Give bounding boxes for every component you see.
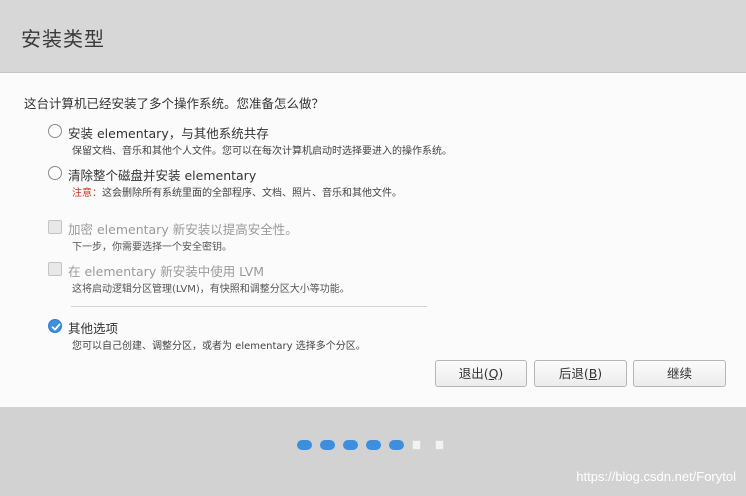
warning-prefix: 注意： [72,188,102,199]
checkbox-encrypt [48,220,62,234]
warning-text: 这会删除所有系统里面的全部程序、文档、照片、音乐和其他文件。 [102,188,402,199]
radio-something-else[interactable] [48,319,62,333]
option-description: 这将启动逻辑分区管理(LVM)，有快照和调整分区大小等功能。 [72,284,350,295]
quit-button[interactable]: 退出(Q) [435,360,527,387]
option-description: 注意：这会删除所有系统里面的全部程序、文档、照片、音乐和其他文件。 [72,184,402,199]
option-label: 加密 elementary 新安装以提高安全性。 [68,222,298,237]
window-header: 安装类型 [0,0,746,73]
progress-step-pending [412,440,421,450]
option-description: 下一步，你需要选择一个安全密钥。 [72,242,232,253]
option-label[interactable]: 清除整个磁盘并安装 elementary [68,165,256,184]
question-text: 这台计算机已经安装了多个操作系统。您准备怎么做？ [24,96,325,111]
progress-step-done [297,440,312,450]
progress-step-done [389,440,404,450]
option-description: 保留文档、音乐和其他个人文件。您可以在每次计算机启动时选择要进入的操作系统。 [72,146,452,157]
progress-step-done [366,440,381,450]
watermark: https://blog.csdn.net/Forytol [576,469,736,484]
radio-install-alongside[interactable] [48,124,62,138]
option-description: 您可以自己创建、调整分区，或者为 elementary 选择多个分区。 [72,341,366,352]
page-title: 安装类型 [21,27,105,51]
progress-step-done [343,440,358,450]
quit-mnemonic: Q [488,366,499,381]
install-type-panel: 这台计算机已经安装了多个操作系统。您准备怎么做？ 安装 elementary，与… [0,73,746,407]
back-label-end: ) [597,366,603,381]
quit-label-end: ) [498,366,504,381]
progress-step-done [320,440,335,450]
checkbox-lvm [48,262,62,276]
back-button[interactable]: 后退(B) [534,360,627,387]
radio-erase-disk[interactable] [48,166,62,180]
back-mnemonic: B [588,366,598,381]
option-label[interactable]: 其他选项 [68,318,118,337]
quit-label: 退出( [458,366,489,381]
continue-button[interactable]: 继续 [633,360,726,387]
checkmark-icon [51,323,61,331]
option-label[interactable]: 安装 elementary，与其他系统共存 [68,123,269,142]
option-label: 在 elementary 新安装中使用 LVM [68,264,265,279]
progress-step-pending [435,440,444,450]
back-label: 后退( [558,366,589,381]
divider [71,306,427,307]
